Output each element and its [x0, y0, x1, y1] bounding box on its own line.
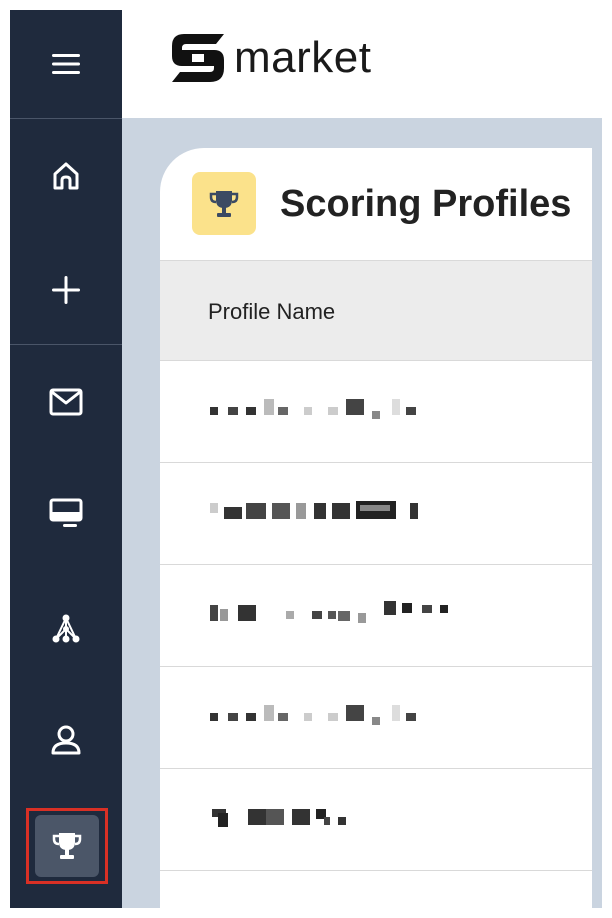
page-title: Scoring Profiles: [280, 183, 572, 225]
table-row[interactable]: [160, 463, 592, 565]
card-header: Scoring Profiles: [160, 148, 592, 261]
brand-name: market: [234, 33, 372, 82]
network-nodes-icon: [52, 614, 80, 643]
sidebar-item-scoring[interactable]: [26, 808, 108, 884]
trophy-icon: [52, 833, 82, 859]
table-row[interactable]: [160, 769, 592, 871]
column-header-profile-name[interactable]: Profile Name: [208, 299, 335, 325]
app-header: market: [122, 10, 602, 118]
trophy-icon: [209, 190, 239, 217]
plus-icon: [52, 276, 80, 304]
active-item-highlight: [35, 815, 99, 877]
sidebar-item-home[interactable]: [10, 146, 122, 206]
table-row[interactable]: [160, 667, 592, 769]
sidebar-item-mail[interactable]: [10, 372, 122, 432]
sidebar-item-network[interactable]: [10, 598, 122, 658]
page-icon: [192, 172, 256, 235]
sidebar-divider: [10, 344, 122, 345]
scoring-profiles-card: Scoring Profiles Profile Name: [160, 148, 592, 908]
home-icon: [53, 162, 79, 190]
sidebar-item-menu[interactable]: [10, 34, 122, 94]
table-row[interactable]: [160, 361, 592, 463]
sidebar: [10, 10, 122, 908]
brand-logo[interactable]: market: [170, 32, 371, 84]
sidebar-divider: [10, 118, 122, 119]
hamburger-menu-icon: [52, 54, 80, 74]
table-header: Profile Name: [160, 261, 592, 361]
user-icon: [51, 725, 81, 755]
table-row[interactable]: [160, 565, 592, 667]
sidebar-item-display[interactable]: [10, 484, 122, 544]
monitor-icon: [49, 498, 83, 527]
mail-icon: [49, 388, 83, 416]
sidebar-item-add[interactable]: [10, 260, 122, 320]
sidebar-item-user[interactable]: [10, 710, 122, 770]
brand-s-logo-icon: [172, 34, 224, 82]
